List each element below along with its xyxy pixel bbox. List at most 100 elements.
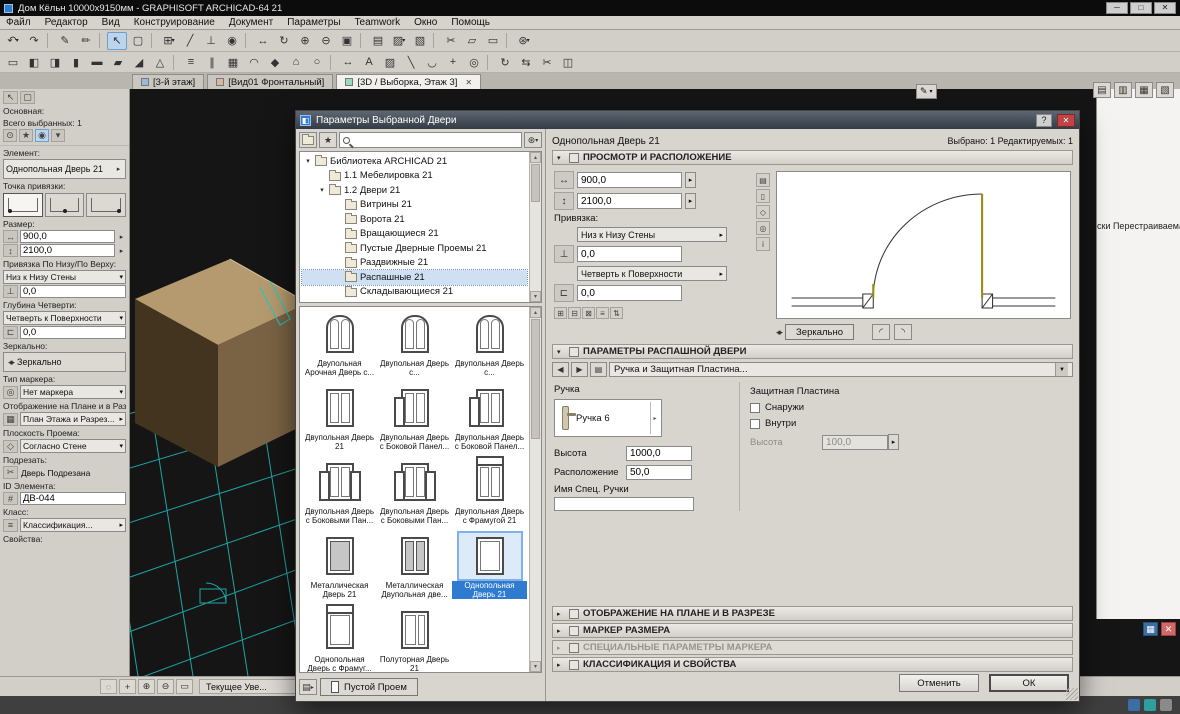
mirror-edit-icon[interactable]: ⇆ xyxy=(516,53,536,71)
library-item[interactable]: Двупольная Дверь с Боковыми Пан... xyxy=(302,457,377,531)
lamp-tool-icon[interactable]: ○ xyxy=(307,53,327,71)
library-item[interactable]: Однопольная Дверь с Фрамуг... xyxy=(302,605,377,673)
reveal-dropdown[interactable]: Четверть к Поверхности▸ xyxy=(577,266,727,281)
size-option-icon-1[interactable]: ⊞ xyxy=(554,307,567,319)
preview-photo-icon[interactable]: ◎ xyxy=(756,221,770,235)
orbit-icon[interactable]: ↻ xyxy=(274,32,294,50)
organizer-icon[interactable]: ▥ xyxy=(1114,82,1132,98)
preview-info-icon[interactable]: i xyxy=(756,237,770,251)
library-item[interactable]: Двупольная Арочная Дверь с... xyxy=(302,309,377,383)
select-same-icon[interactable]: ◉ xyxy=(35,129,49,142)
sill-anchor-dropdown[interactable]: Низ к Низу Стены▾ xyxy=(3,270,126,284)
size-option-icon-2[interactable]: ⊟ xyxy=(568,307,581,319)
size-option-icon-5[interactable]: ⇅ xyxy=(610,307,623,319)
element-type-selector[interactable]: Однопольная Дверь 21 ▸ xyxy=(3,159,126,179)
tree-sliding[interactable]: Раздвижные 21 xyxy=(302,256,527,271)
work-environment-icon[interactable]: ⊛▾ xyxy=(514,32,534,50)
door-height-input[interactable] xyxy=(581,196,678,207)
dialog-titlebar[interactable]: ◧ Параметры Выбранной Двери ? ✕ xyxy=(296,111,1079,129)
camera-tool-icon[interactable]: ◎ xyxy=(464,53,484,71)
ok-button[interactable]: ОК xyxy=(989,674,1069,692)
slab-tool-icon[interactable]: ▰ xyxy=(108,53,128,71)
preview-elevation-icon[interactable]: ▯ xyxy=(756,189,770,203)
text-tool-icon[interactable]: A xyxy=(359,53,379,71)
section-classification[interactable]: ▸ КЛАССИФИКАЦИЯ И СВОЙСТВА xyxy=(552,657,1073,672)
dimension-tool-icon[interactable]: ↔ xyxy=(338,53,358,71)
roof-tool-icon[interactable]: ◢ xyxy=(129,53,149,71)
next-page-button[interactable]: ▶ xyxy=(571,362,588,377)
tree-scrollbar[interactable]: ▴ ▾ xyxy=(529,152,541,302)
library-item[interactable]: Двупольная Дверь с Боковыми Пан... xyxy=(377,457,452,531)
copy-icon[interactable]: ▱ xyxy=(462,32,482,50)
section-floor-plan-display[interactable]: ▸ ОТОБРАЖЕНИЕ НА ПЛАНЕ И В РАЗРЕЗЕ xyxy=(552,606,1073,621)
pan-icon[interactable]: + xyxy=(119,679,136,694)
flyout-arrow-icon[interactable]: ▸ xyxy=(117,247,126,255)
arc-tool-icon[interactable]: ◡ xyxy=(422,53,442,71)
anchor-center-button[interactable] xyxy=(45,193,85,217)
mirror-button[interactable]: ◂▸Зеркально xyxy=(3,352,126,372)
scroll-up-icon[interactable]: ▴ xyxy=(530,307,541,318)
tab-view01-frontal[interactable]: [Вид01 Фронтальный] xyxy=(207,74,333,89)
door-tool-icon[interactable]: ◧ xyxy=(24,53,44,71)
library-scrollbar[interactable]: ▴ ▾ xyxy=(529,307,541,672)
sill-offset-input[interactable] xyxy=(581,249,678,260)
sill-anchor-dropdown[interactable]: Низ к Низу Стены▸ xyxy=(577,227,727,242)
dialog-close-icon[interactable]: ✕ xyxy=(1057,114,1075,127)
search-settings-icon[interactable]: ⊛▾ xyxy=(524,132,542,148)
shell-tool-icon[interactable]: ◠ xyxy=(244,53,264,71)
split-edit-icon[interactable]: ◫ xyxy=(558,53,578,71)
plate-inside-checkbox[interactable] xyxy=(750,419,760,429)
tree-doors[interactable]: ▾ 1.2 Двери 21 xyxy=(302,183,527,198)
scroll-down-icon[interactable]: ▾ xyxy=(530,291,541,302)
help-icon[interactable]: ? xyxy=(1036,114,1052,127)
display-dropdown[interactable]: План Этажа и Разрез...▸ xyxy=(20,412,126,426)
redo-icon[interactable]: ↷ xyxy=(24,32,44,50)
anchor-left-button[interactable] xyxy=(3,193,43,217)
arrow-tool-icon[interactable]: ↖ xyxy=(107,32,127,50)
menu-item[interactable]: Конструирование xyxy=(134,17,215,28)
close-window-button[interactable]: ✕ xyxy=(1154,2,1176,14)
guide-lines-icon[interactable]: ╱ xyxy=(180,32,200,50)
hotspot-tool-icon[interactable]: + xyxy=(443,53,463,71)
size-option-icon-4[interactable]: ≡ xyxy=(596,307,609,319)
width-flyout-icon[interactable]: ▸ xyxy=(685,172,696,188)
menu-item[interactable]: Вид xyxy=(102,17,120,28)
close-palette-icon[interactable]: ✕ xyxy=(1161,622,1176,636)
rotate-icon[interactable]: ↻ xyxy=(495,53,515,71)
pop-up-navigator-icon[interactable]: ▦ xyxy=(1135,82,1153,98)
fit-in-window-icon[interactable]: ▣ xyxy=(337,32,357,50)
menu-item[interactable]: Параметры xyxy=(287,17,340,28)
wall-tool-icon[interactable]: ▭ xyxy=(3,53,23,71)
swing-direction-left-button[interactable]: ◜ xyxy=(872,324,890,340)
menu-item[interactable]: Редактор xyxy=(45,17,88,28)
previous-page-button[interactable]: ◀ xyxy=(552,362,569,377)
custom-handle-input[interactable] xyxy=(555,498,693,508)
column-tool-icon[interactable]: ▮ xyxy=(66,53,86,71)
tree-hinged[interactable]: Распашные 21 xyxy=(302,270,527,285)
scroll-thumb[interactable] xyxy=(531,164,540,202)
classification-dropdown[interactable]: Классификация...▸ xyxy=(20,518,126,532)
tree-revolving[interactable]: Вращающиеся 21 xyxy=(302,227,527,242)
resize-grip[interactable] xyxy=(1066,688,1078,700)
library-search-input[interactable] xyxy=(353,135,518,145)
flyout-arrow-icon[interactable]: ▸ xyxy=(114,165,123,173)
railing-tool-icon[interactable]: ∥ xyxy=(202,53,222,71)
handle-position-input[interactable] xyxy=(630,467,688,478)
library-item[interactable]: Однопольная Дверь 21 xyxy=(452,531,527,605)
plate-height-spinner[interactable]: ▸ xyxy=(888,434,899,450)
marker-dropdown[interactable]: Нет маркера▾ xyxy=(20,385,126,399)
library-item[interactable]: Двупольная Дверь с... xyxy=(452,309,527,383)
pen-set-button[interactable]: ✎▾ xyxy=(916,84,937,99)
height-flyout-icon[interactable]: ▸ xyxy=(685,193,696,209)
favorites-icon[interactable]: ★ xyxy=(19,129,33,142)
section-marker-custom-settings[interactable]: ▸ СПЕЦИАЛЬНЫЕ ПАРАМЕТРЫ МАРКЕРА xyxy=(552,640,1073,655)
flyout-arrow-icon[interactable]: ▸ xyxy=(117,233,126,241)
fit-icon[interactable]: ▭ xyxy=(176,679,193,694)
tree-gates[interactable]: Ворота 21 xyxy=(302,212,527,227)
zoom-in-icon[interactable]: ⊕ xyxy=(138,679,155,694)
handle-selector-button[interactable]: Ручка 6 ▸ xyxy=(554,399,662,437)
section-preview-position[interactable]: ▾ ПРОСМОТР И РАСПОЛОЖЕНИЕ xyxy=(552,150,1073,165)
tree-empty-openings[interactable]: Пустые Дверные Проемы 21 xyxy=(302,241,527,256)
favorites-star-icon[interactable]: ★ xyxy=(319,132,337,148)
pan-icon[interactable]: ↔ xyxy=(253,32,273,50)
